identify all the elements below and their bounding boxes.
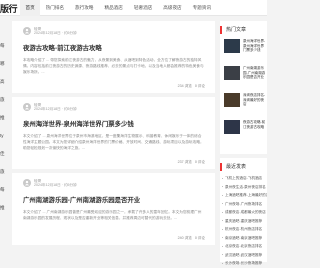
sidebar-item[interactable]: 每 xyxy=(0,43,5,49)
nav-item-topics[interactable]: 专题资讯 xyxy=(187,0,216,16)
post-title[interactable]: 广州南湖游乐园-广州南湖游乐园是否开业 xyxy=(23,195,204,204)
hot-article-item[interactable]: 泉州海洋世界-泉州海洋世界门票多少钱 xyxy=(224,39,267,56)
latest-posts-panel: 最近发表 飞机上的酒店-飞机酒店 泉州夜生活-泉州夜店排名 上海酒吧推荐-上海最… xyxy=(220,158,267,265)
hot-article-title[interactable]: 泉州海洋世界-泉州海洋世界门票多少钱 xyxy=(243,39,267,53)
post-card[interactable]: 轻哥 2024年12月18日 · 约5分钟 夜游古攻略-前江夜游古攻略 本攻略介… xyxy=(12,21,215,93)
views-count: 240 浏览 xyxy=(177,236,192,240)
sidebar-item[interactable]: 哪 xyxy=(0,61,5,67)
latest-posts-heading: 最近发表 xyxy=(220,163,267,171)
post-date: 2024年12月18日 · 约5分钟 xyxy=(34,107,77,111)
article-thumbnail[interactable] xyxy=(224,66,240,80)
sidebar-item[interactable]: 佳 xyxy=(0,151,5,157)
latest-post-link[interactable]: 重庆酒吧-重庆酒吧推荐 xyxy=(220,217,267,226)
sidebar-item[interactable]: ty xyxy=(0,133,4,138)
post-stats: 240 浏览 0 评论 xyxy=(176,236,205,241)
hot-article-item[interactable]: 深圳夜店排名-深圳最好的夜店 xyxy=(224,93,267,110)
site-logo[interactable]: 版行 xyxy=(0,2,18,15)
post-card[interactable]: 轻哥 2024年12月18日 · 约5分钟 泉州海洋世界-泉州海洋世界门票多少钱… xyxy=(12,97,215,169)
latest-post-link[interactable]: 杭州夜店-杭州夜店排名 xyxy=(220,225,267,234)
hot-article-item[interactable]: 广州南湖游乐园-广州南湖游乐园是否开业 xyxy=(224,66,267,83)
post-title[interactable]: 夜游古攻略-前江夜游古攻略 xyxy=(23,43,204,52)
user-icon xyxy=(24,28,30,34)
post-date: 2024年12月18日 · 约5分钟 xyxy=(34,183,77,187)
hot-article-title[interactable]: 深圳夜店排名-深圳最好的夜店 xyxy=(243,93,267,107)
post-stats: 234 浏览 0 评论 xyxy=(176,84,205,89)
comments-link[interactable]: 0 评论 xyxy=(195,84,205,89)
latest-post-link[interactable]: 成都夜店-成都最火的夜店 xyxy=(220,208,267,217)
post-excerpt: 本文介绍了 ... 泉州海洋世界位于泉州市海滨地区，是一座集海洋生物展示、科普教… xyxy=(23,134,204,150)
comments-link[interactable]: 0 评论 xyxy=(195,236,205,241)
hot-articles-heading: 热门文章 xyxy=(220,26,267,34)
sidebar-item[interactable]: 高 xyxy=(0,79,5,85)
sidebar-item[interactable]: 推 xyxy=(0,115,5,121)
hot-article-title[interactable]: 广州南湖游乐园-广州南湖游乐园是否开业 xyxy=(243,66,267,80)
views-count: 237 浏览 xyxy=(177,160,192,164)
user-icon xyxy=(24,180,30,186)
post-excerpt: 本文介绍了 ... 广州南湖游乐园曾是广州最受欢迎的游乐园之一，承载了许多人的童… xyxy=(23,210,202,220)
post-title[interactable]: 泉州海洋世界-泉州海洋世界门票多少钱 xyxy=(23,119,204,128)
nav-item-light-luxury-hotels[interactable]: 轻奢酒店 xyxy=(128,0,157,16)
user-icon xyxy=(24,104,30,110)
latest-post-link[interactable]: 武汉酒吧-武汉酒吧推荐 xyxy=(220,251,267,260)
post-meta: 轻哥 2024年12月18日 · 约5分钟 xyxy=(23,101,204,113)
hot-articles-panel: 热门文章 泉州海洋世界-泉州海洋世界门票多少钱 广州南湖游乐园-广州南湖游乐园是… xyxy=(220,21,267,154)
avatar xyxy=(23,27,31,35)
views-count: 234 浏览 xyxy=(177,84,192,88)
avatar xyxy=(23,179,31,187)
nav-item-nightclubs[interactable]: 高级夜店 xyxy=(158,0,187,16)
post-date: 2024年12月18日 · 约5分钟 xyxy=(34,31,77,35)
sidebar-item[interactable]: 推 xyxy=(0,205,5,211)
latest-post-link[interactable]: 泉州夜生活-泉州夜店排名 xyxy=(220,183,267,192)
nav-item-rankings[interactable]: 热门排名 xyxy=(40,0,69,16)
post-stats: 237 浏览 0 评论 xyxy=(176,160,205,165)
comments-link[interactable]: 0 评论 xyxy=(195,160,205,165)
post-meta: 轻哥 2024年12月18日 · 约5分钟 xyxy=(23,177,204,189)
post-meta: 轻哥 2024年12月18日 · 约5分钟 xyxy=(23,25,204,37)
sidebar-item[interactable]: 旅 xyxy=(0,97,5,103)
latest-post-link[interactable]: 南京酒吧-南京酒吧推荐 xyxy=(220,234,267,243)
latest-post-link[interactable]: 长沙夜场-长沙夜场推荐 xyxy=(220,259,267,268)
latest-post-link[interactable]: 上海酒吧推荐-上海最好的酒吧 xyxy=(220,191,267,200)
latest-post-link[interactable]: 飞机上的酒店-飞机酒店 xyxy=(220,174,267,183)
article-thumbnail[interactable] xyxy=(224,120,240,134)
post-card[interactable]: 轻哥 2024年12月18日 · 约5分钟 广州南湖游乐园-广州南湖游乐园是否开… xyxy=(12,173,215,245)
nav-item-home[interactable]: 首页 xyxy=(20,0,41,16)
hot-article-title[interactable]: 夜游古攻略-前江夜游古攻略 xyxy=(243,120,267,134)
top-navigation-bar: 版行 首页 热门排名 旅行攻略 精品酒店 轻奢酒店 高级夜店 专题资讯 xyxy=(0,0,267,16)
hot-article-item[interactable]: 夜游古攻略-前江夜游古攻略 xyxy=(224,120,267,137)
article-thumbnail[interactable] xyxy=(224,39,240,53)
article-thumbnail[interactable] xyxy=(224,93,240,107)
left-sidebar: 每 哪 高 旅 推 ty 佳 旅 每 推 xyxy=(0,17,5,262)
post-excerpt: 本攻略介绍了 ... 带您探索前江夜游古的魅力，从夜景到美食、从酒吧到特色活动，… xyxy=(23,58,204,74)
latest-posts-list: 飞机上的酒店-飞机酒店 泉州夜生活-泉州夜店排名 上海酒吧推荐-上海最好的酒吧 … xyxy=(220,174,267,268)
nav-item-travel-guides[interactable]: 旅行攻略 xyxy=(70,0,99,16)
avatar xyxy=(23,103,31,111)
latest-post-link[interactable]: 北京夜店-北京夜店排名 xyxy=(220,242,267,251)
main-nav: 首页 热门排名 旅行攻略 精品酒店 轻奢酒店 高级夜店 专题资讯 xyxy=(20,0,217,16)
sidebar-item[interactable]: 每 xyxy=(0,187,5,193)
sidebar-item[interactable]: 旅 xyxy=(0,169,5,175)
nav-item-boutique-hotels[interactable]: 精品酒店 xyxy=(99,0,128,16)
latest-post-link[interactable]: 广州夜场-广州夜场排名 xyxy=(220,200,267,209)
